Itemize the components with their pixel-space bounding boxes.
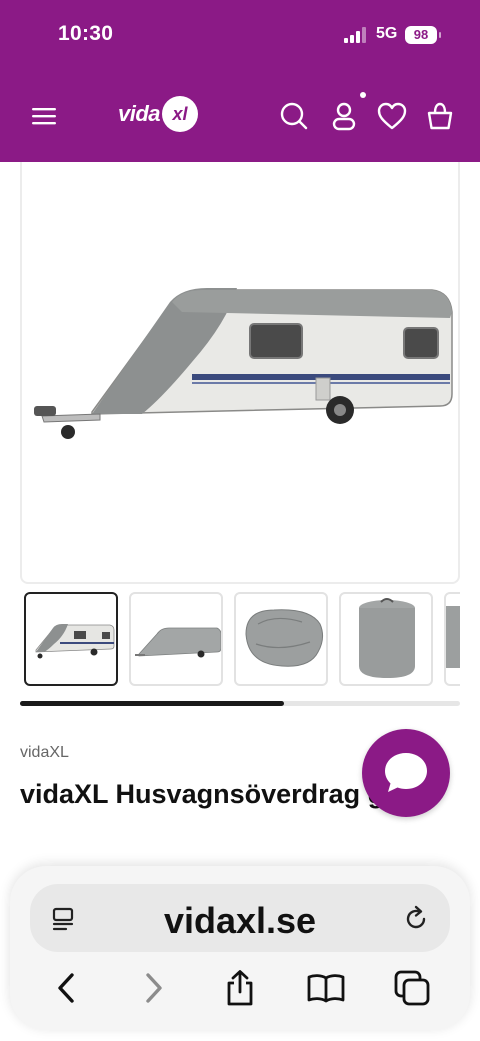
logo-text: vida (118, 101, 161, 126)
tabs-button[interactable] (392, 968, 432, 1008)
share-button[interactable] (220, 968, 260, 1008)
network-label: 5G (376, 25, 398, 42)
thumbnail-image (245, 609, 324, 667)
wishlist-button[interactable] (374, 98, 410, 134)
top-nav: vida xl (0, 80, 480, 152)
thumbnail-4[interactable] (339, 592, 433, 686)
thumbnail-5[interactable] (444, 592, 460, 686)
chat-button[interactable] (362, 729, 450, 817)
thumbnail-1[interactable] (24, 592, 118, 686)
chat-bubble-icon (385, 753, 427, 792)
thumbnail-image (446, 606, 460, 668)
back-button[interactable] (46, 968, 86, 1008)
thumbnail-3[interactable] (234, 592, 328, 686)
status-time: 10:30 (58, 22, 114, 45)
back-icon (58, 973, 74, 1003)
menu-icon (32, 108, 56, 125)
reload-icon[interactable] (402, 904, 430, 932)
thumbnail-2[interactable] (129, 592, 223, 686)
address-bar[interactable]: vidaxl.se (30, 884, 450, 952)
thumbnail-image (359, 598, 415, 678)
forward-icon (146, 973, 162, 1003)
share-icon (227, 970, 253, 1006)
status-bar: 10:30 5G 98 (0, 0, 480, 70)
wishlist-icon (377, 102, 407, 130)
tabs-icon (394, 970, 430, 1006)
bookmarks-button[interactable] (306, 968, 346, 1008)
account-button[interactable] (326, 98, 362, 134)
gallery-scrollbar[interactable] (20, 701, 460, 706)
search-button[interactable] (276, 98, 312, 134)
product-brand[interactable]: vidaXL (20, 744, 69, 762)
url-text[interactable]: vidaxl.se (30, 900, 450, 942)
bookmarks-icon (307, 974, 345, 1003)
account-icon (332, 102, 356, 131)
gallery-scrollbar-thumb[interactable] (20, 701, 284, 706)
notification-dot (360, 92, 366, 98)
menu-button[interactable] (26, 98, 62, 134)
vidaxl-logo[interactable]: vida xl (118, 94, 199, 134)
app-header: 10:30 5G 98 vida xl (0, 0, 480, 162)
thumbnail-image (35, 624, 115, 659)
browser-toolbar: vidaxl.se (10, 866, 470, 1030)
battery-indicator: 98 (405, 26, 441, 44)
product-main-image[interactable] (20, 162, 460, 584)
search-icon (280, 102, 308, 130)
thumbnail-strip (24, 592, 460, 686)
signal-icon (344, 27, 366, 43)
logo-badge: xl (162, 96, 199, 132)
thumbnail-image (135, 627, 221, 658)
caravan-cover-image (34, 288, 453, 439)
cart-button[interactable] (422, 98, 458, 134)
forward-button[interactable] (134, 968, 174, 1008)
cart-icon (427, 102, 453, 130)
browser-tools (10, 964, 470, 1012)
